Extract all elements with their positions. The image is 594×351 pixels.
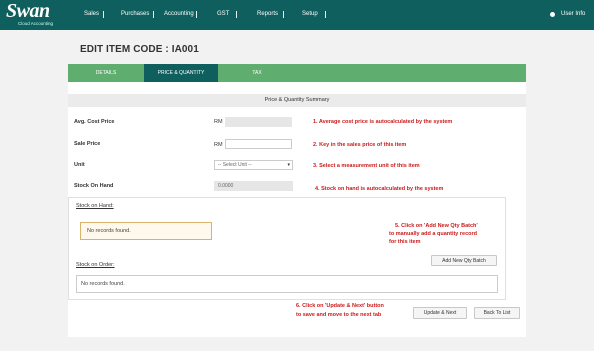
avg-cost-field	[225, 117, 292, 127]
back-to-list-button[interactable]: Back To List	[474, 307, 520, 319]
stock-section: Stock on Hand: No records found. 5. Clic…	[68, 197, 506, 300]
nav-divider	[283, 11, 284, 18]
annotation-5-line1: 5. Click on 'Add New Qty Batch'	[395, 223, 478, 229]
summary-header: Price & Quantity Summary	[68, 94, 526, 107]
nav-accounting[interactable]: Accounting	[164, 11, 194, 17]
annotation-5-line2: to manually add a quantity record	[389, 231, 478, 237]
stock-on-order-title: Stock on Order:	[76, 262, 115, 268]
stock-on-order-empty: No records found.	[76, 275, 498, 293]
top-navigation-bar: Swan Cloud Accounting Sales Purchases Ac…	[0, 0, 594, 30]
page-title: EDIT ITEM CODE : IA001	[80, 44, 199, 55]
tab-bar: DETAILS PRICE & QUANTITY TAX	[68, 64, 526, 82]
tab-tax[interactable]: TAX	[218, 64, 296, 82]
page-header: EDIT ITEM CODE : IA001	[68, 40, 526, 62]
logo-text: Swan	[6, 0, 50, 22]
stock-on-hand-empty: No records found.	[80, 222, 212, 240]
avg-cost-label: Avg. Cost Price	[74, 119, 115, 125]
nav-divider	[103, 11, 104, 18]
nav-setup[interactable]: Setup	[302, 11, 318, 17]
nav-divider	[325, 11, 326, 18]
swan-logo[interactable]: Swan Cloud Accounting	[6, 0, 66, 28]
annotation-3: 3. Select a measurement unit of this ite…	[313, 163, 420, 169]
user-info-label: User Info	[561, 11, 586, 17]
annotation-5-line3: for this item	[389, 239, 421, 245]
add-new-qty-batch-button[interactable]: Add New Qty Batch	[431, 255, 497, 266]
sale-price-input[interactable]	[225, 139, 292, 149]
annotation-4: 4. Stock on hand is autocalculated by th…	[315, 186, 444, 192]
sale-price-label: Sale Price	[74, 141, 101, 147]
unit-label: Unit	[74, 162, 85, 168]
user-info-menu[interactable]: User Info	[551, 11, 585, 17]
stock-on-hand-field: 0.0000	[214, 181, 293, 191]
nav-divider	[153, 11, 154, 18]
tab-details[interactable]: DETAILS	[68, 64, 144, 82]
nav-sales[interactable]: Sales	[84, 11, 99, 17]
nav-gst[interactable]: GST	[217, 11, 229, 17]
nav-reports[interactable]: Reports	[257, 11, 278, 17]
chevron-down-icon: ▾	[287, 162, 290, 168]
annotation-2: 2. Key in the sales price of this item	[313, 142, 407, 148]
stock-on-hand-title: Stock on Hand:	[76, 203, 114, 209]
sale-price-currency: RM	[214, 142, 223, 148]
annotation-1: 1. Average cost price is autocalculated …	[313, 119, 453, 125]
nav-divider	[196, 11, 197, 18]
nav-purchases[interactable]: Purchases	[121, 11, 149, 17]
nav-divider	[236, 11, 237, 18]
unit-select-value: -- Select Unit --	[218, 162, 252, 168]
annotation-6-line2: to save and move to the next tab	[296, 312, 382, 318]
annotation-6-line1: 6. Click on 'Update & Next' button	[296, 303, 384, 309]
avg-cost-currency: RM	[214, 119, 223, 125]
update-next-button[interactable]: Update & Next	[413, 307, 467, 319]
price-quantity-panel: Price & Quantity Summary Avg. Cost Price…	[68, 82, 526, 337]
tab-price-quantity[interactable]: PRICE & QUANTITY	[144, 64, 218, 82]
unit-select[interactable]: -- Select Unit -- ▾	[214, 160, 293, 170]
logo-subtext: Cloud Accounting	[18, 21, 54, 26]
stock-on-hand-label: Stock On Hand	[74, 183, 114, 189]
